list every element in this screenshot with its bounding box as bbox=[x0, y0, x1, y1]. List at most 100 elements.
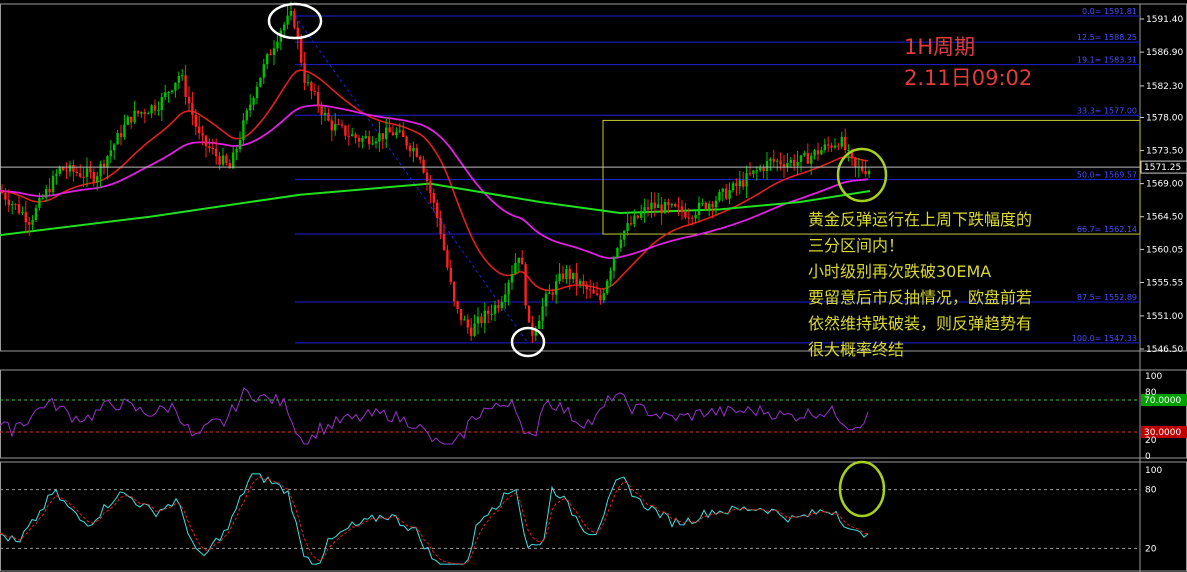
chart-annotations bbox=[267, 2, 888, 358]
candle-body bbox=[680, 206, 684, 212]
candle-body bbox=[391, 132, 395, 136]
candle-body bbox=[561, 273, 565, 280]
fib-label: 0.0= 1591.81 bbox=[1082, 7, 1137, 16]
rsi-frame bbox=[0, 369, 1187, 459]
candle-body bbox=[45, 188, 48, 198]
candle-body bbox=[51, 175, 55, 193]
candle-body bbox=[385, 127, 388, 140]
candle-body bbox=[456, 301, 459, 309]
candle-body bbox=[266, 54, 269, 65]
candle-body bbox=[337, 124, 340, 126]
candle-body bbox=[602, 293, 605, 301]
candle-body bbox=[198, 126, 201, 134]
candle-body bbox=[208, 146, 211, 149]
candle-body bbox=[697, 202, 701, 215]
candle-body bbox=[388, 127, 391, 133]
candle-body bbox=[796, 161, 799, 166]
candle-body bbox=[616, 247, 619, 258]
candle-body bbox=[368, 136, 371, 145]
candle-body bbox=[711, 203, 714, 208]
candle-body bbox=[442, 234, 446, 250]
candle-body bbox=[803, 152, 806, 156]
candle-body bbox=[21, 212, 24, 214]
candle-body bbox=[514, 262, 517, 274]
candle-body bbox=[327, 112, 330, 121]
candle-body bbox=[551, 292, 554, 295]
candle-body bbox=[235, 149, 238, 153]
candle-body bbox=[517, 257, 520, 263]
candle-body bbox=[116, 133, 119, 145]
candle-body bbox=[225, 155, 228, 164]
candle-body bbox=[663, 202, 667, 214]
candle-body bbox=[504, 294, 507, 303]
candle-body bbox=[0, 190, 4, 194]
candle-body bbox=[606, 280, 609, 294]
candle-body bbox=[289, 10, 293, 16]
candle-body bbox=[119, 133, 123, 138]
candle-body bbox=[317, 91, 320, 107]
candle-body bbox=[640, 212, 643, 218]
candle-body bbox=[691, 217, 694, 219]
candle-body bbox=[14, 204, 17, 206]
note-line: 很大概率终结 bbox=[808, 340, 905, 359]
candle-body bbox=[731, 183, 735, 191]
candle-body bbox=[847, 149, 850, 151]
candle-body bbox=[476, 316, 480, 324]
stoch-marker-circle bbox=[838, 460, 886, 518]
candle-body bbox=[133, 110, 136, 123]
price-candles bbox=[0, 1, 871, 343]
candle-body bbox=[592, 289, 595, 294]
candle-body bbox=[79, 173, 82, 177]
y-tick-label: 1569.00 bbox=[1146, 180, 1183, 190]
candle-body bbox=[453, 282, 456, 302]
candle-body bbox=[283, 24, 286, 31]
candle-body bbox=[269, 54, 272, 56]
candle-body bbox=[769, 159, 772, 162]
candle-body bbox=[687, 217, 690, 219]
y-tick-label: 1582.30 bbox=[1146, 82, 1183, 92]
candle-body bbox=[667, 202, 670, 206]
candle-body bbox=[653, 202, 656, 208]
candle-body bbox=[799, 155, 803, 162]
candle-body bbox=[636, 215, 639, 218]
candle-body bbox=[762, 167, 765, 172]
candle-body bbox=[347, 135, 350, 137]
y-tick-label: 1551.00 bbox=[1146, 312, 1183, 322]
candle-body bbox=[412, 147, 415, 152]
ema-mid-line bbox=[0, 104, 869, 260]
candle-body bbox=[334, 124, 337, 131]
y-tick-label: 1586.90 bbox=[1146, 48, 1183, 58]
candle-body bbox=[541, 306, 544, 321]
candle-body bbox=[599, 294, 602, 301]
candle-body bbox=[296, 27, 299, 39]
candle-body bbox=[252, 98, 255, 105]
candle-body bbox=[840, 136, 843, 147]
candle-body bbox=[759, 167, 762, 171]
candle-body bbox=[725, 188, 728, 199]
stoch-tick-label: 80 bbox=[1145, 486, 1157, 496]
candle-body bbox=[164, 92, 167, 97]
candle-body bbox=[147, 113, 150, 115]
candle-body bbox=[575, 272, 578, 285]
candle-body bbox=[735, 183, 738, 187]
rsi-tick-label: 80 bbox=[1145, 388, 1157, 398]
candle-body bbox=[480, 316, 483, 324]
candle-body bbox=[721, 188, 724, 192]
candle-body bbox=[555, 281, 558, 295]
candle-body bbox=[585, 284, 588, 290]
candle-body bbox=[330, 120, 333, 131]
current-price-label: 1571.25 bbox=[1144, 163, 1181, 173]
timeframe-caption: 1H周期 bbox=[904, 35, 976, 59]
candle-body bbox=[745, 173, 748, 187]
y-tick-label: 1555.55 bbox=[1146, 278, 1183, 288]
candle-body bbox=[789, 159, 792, 163]
candle-body bbox=[510, 273, 514, 283]
candle-body bbox=[565, 269, 568, 280]
candle-body bbox=[402, 130, 405, 138]
candle-body bbox=[276, 41, 279, 49]
y-tick-label: 1564.50 bbox=[1146, 213, 1183, 223]
candle-body bbox=[92, 172, 95, 183]
candle-body bbox=[187, 96, 191, 104]
candle-body bbox=[72, 165, 75, 172]
rsi-tick-label: 0 bbox=[1145, 452, 1151, 462]
